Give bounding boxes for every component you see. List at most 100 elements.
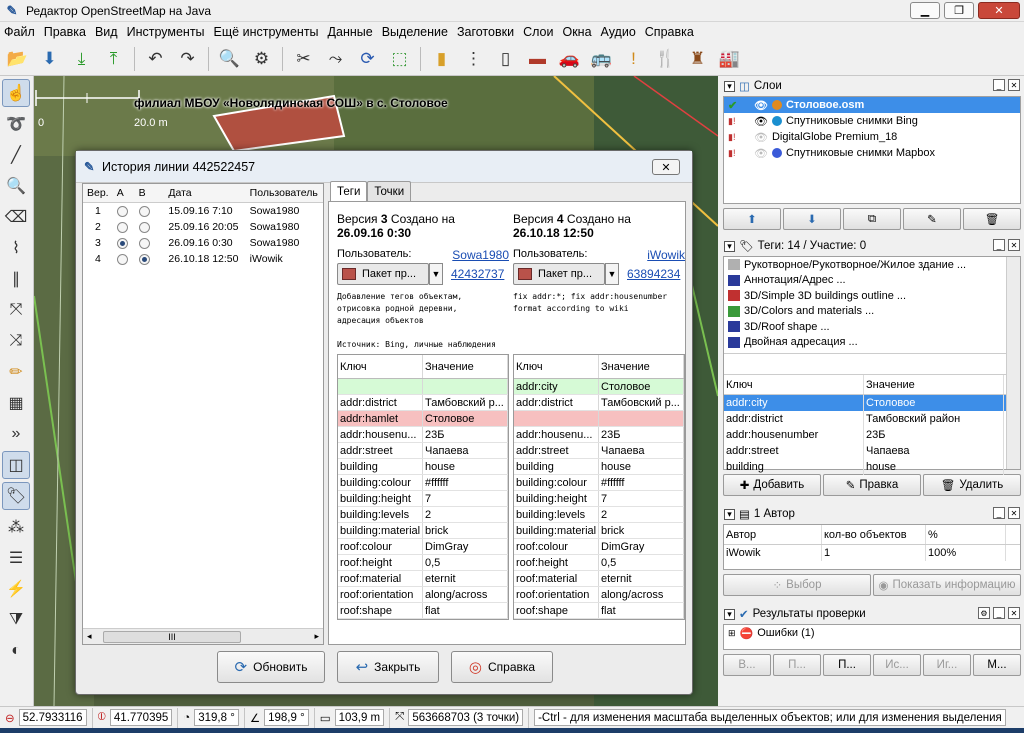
version-row[interactable]: 4 26.10.18 12:50 iWowik [83,251,323,267]
layer-item[interactable]: ▮! 👁 Спутниковые снимки Mapbox [724,145,1020,161]
tag-row[interactable] [514,411,684,427]
split-way-icon[interactable]: ✂ [290,45,317,72]
open-file-icon[interactable]: 📂 [4,45,31,72]
layer-item[interactable]: ▮! 👁 Спутниковые снимки Bing [724,113,1020,129]
validation-check-button[interactable]: П... [823,654,871,676]
changeset-button[interactable]: Пакет пр... [337,263,429,285]
radio-b[interactable] [138,221,150,233]
radio-b[interactable] [138,237,150,249]
tag-row[interactable]: addr:housenu... 23Б [514,427,684,443]
validation-select-button[interactable]: В... [723,654,771,676]
layers-toggle-icon[interactable]: ◫ [2,451,30,479]
menu-layers[interactable]: Слои [519,25,558,39]
version-row[interactable]: 3 26.09.16 0:30 Sowa1980 [83,235,323,251]
collapse-toggle[interactable]: ▾ [724,508,735,520]
tag-row[interactable]: addr:housenumber 23Б [724,427,1020,443]
minimize-icon[interactable]: _ [993,239,1005,251]
align-mode-icon[interactable]: ⤨ [2,327,30,355]
close-icon[interactable]: ✕ [1008,79,1020,91]
layer-item[interactable]: ✔ 👁 Столовое.osm [724,97,1020,113]
tag-row[interactable]: addr:hamlet Столовое [338,411,508,427]
conflict-icon[interactable]: ⚡ [2,575,30,603]
reverse-way-icon[interactable]: ⟳ [354,45,381,72]
collapse-toggle[interactable]: ▾ [724,80,735,92]
save-icon[interactable]: ⬇ [36,45,63,72]
collapse-toggle[interactable]: ▾ [724,240,735,252]
tag-row[interactable]: roof:orientation along/across [514,587,684,603]
version-list-scrollbar[interactable]: ◂ III ▸ [83,628,323,644]
validation-more-button[interactable]: М... [973,654,1021,676]
tag-row[interactable]: roof:shape flat [514,603,684,619]
preset-road-icon[interactable]: ▮ [428,45,455,72]
chevron-down-icon[interactable]: ▼ [605,263,619,285]
dialog-close-button[interactable]: ✕ [652,159,680,175]
preset-item[interactable]: Рукотворное/Рукотворное/Жилое здание ... [724,257,1020,273]
move-up-button[interactable]: ⬆ [723,208,781,230]
combine-way-icon[interactable]: ⤳ [322,45,349,72]
upload-icon[interactable]: ⤒ [100,45,127,72]
draw-mode-icon[interactable]: ╱ [2,141,30,169]
radio-b[interactable] [138,205,150,217]
minimize-icon[interactable]: _ [993,507,1005,519]
map-paint-icon[interactable]: ◐ [2,637,30,665]
download-icon[interactable]: ⤓ [68,45,95,72]
menu-file[interactable]: Файл [0,25,40,39]
preset-industrial-icon[interactable]: 🏭 [716,45,743,72]
filter-icon[interactable]: ⧩ [2,606,30,634]
close-button[interactable]: ✕ [978,2,1020,19]
menu-help[interactable]: Справка [641,25,699,39]
close-icon[interactable]: ✕ [1008,507,1020,519]
menu-more-tools[interactable]: Ещё инструменты [210,25,324,39]
hidden-eye-icon[interactable]: 👁 [754,131,768,144]
select-author-button[interactable]: ⁘ Выбор [723,574,871,596]
tags-scrollbar[interactable] [1006,257,1020,469]
tag-row[interactable]: addr:district Тамбовский р... [514,395,684,411]
tab-nodes[interactable]: Точки [367,181,412,201]
tag-row[interactable]: roof:height 0,5 [514,555,684,571]
preset-item[interactable]: Двойная адресация ... [724,335,1020,351]
validation-ignore-button[interactable]: Иг... [923,654,971,676]
tag-row[interactable]: building house [724,459,1020,475]
tag-row[interactable]: addr:district Тамбовский район [724,411,1020,427]
show-info-button[interactable]: ◉ Показать информацию [873,574,1021,596]
add-tag-button[interactable]: ✚ Добавить [723,474,821,496]
tab-tags[interactable]: Теги [330,181,368,201]
parallel-mode-icon[interactable]: ∥ [2,265,30,293]
undo-icon[interactable]: ↶ [142,45,169,72]
search-icon[interactable]: 🔍 [216,45,243,72]
menu-presets[interactable]: Заготовки [453,25,519,39]
validation-lookup-button[interactable]: П... [773,654,821,676]
tag-row[interactable]: roof:colour DimGray [514,539,684,555]
tag-row[interactable]: addr:street Чапаева [514,443,684,459]
minimize-icon[interactable]: _ [993,607,1005,619]
redo-icon[interactable]: ↷ [174,45,201,72]
version-row[interactable]: 1 15.09.16 7:10 Sowa1980 [83,203,323,219]
error-group[interactable]: ⊞ ⛔ Ошибки (1) [724,625,1020,641]
select-mode-icon[interactable]: ☝ [2,79,30,107]
tag-row[interactable]: building:levels 2 [338,507,508,523]
delete-mode-icon[interactable]: ⌫ [2,203,30,231]
tag-row[interactable]: building:material brick [338,523,508,539]
tags-toggle-icon[interactable]: 🏷 [2,482,30,510]
visible-eye-icon[interactable]: 👁 [754,115,768,128]
layer-item[interactable]: ▮! 👁 DigitalGlobe Premium_18 [724,129,1020,145]
menu-tools[interactable]: Инструменты [123,25,210,39]
minimize-icon[interactable]: _ [993,79,1005,91]
validation-fix-button[interactable]: Ис... [873,654,921,676]
relations-toggle-icon[interactable]: ⁂ [2,513,30,541]
tag-row[interactable]: addr:district Тамбовский р... [338,395,508,411]
close-icon[interactable]: ✕ [1008,607,1020,619]
tag-row[interactable]: roof:material eternit [338,571,508,587]
refresh-button[interactable]: ⟳ Обновить [217,651,325,683]
preset-bus-icon[interactable]: 🚌 [588,45,615,72]
tag-row[interactable]: building:material brick [514,523,684,539]
menu-windows[interactable]: Окна [558,25,596,39]
tag-row[interactable] [338,379,508,395]
selection-list-icon[interactable]: ☰ [2,544,30,572]
preset-item[interactable]: 3D/Simple 3D buildings outline ... [724,288,1020,304]
tag-row[interactable]: building house [514,459,684,475]
menu-data[interactable]: Данные [324,25,378,39]
preset-item[interactable]: 3D/Roof shape ... [724,319,1020,335]
changeset-button[interactable]: Пакет пр... [513,263,605,285]
tag-row[interactable]: building:colour #ffffff [514,475,684,491]
